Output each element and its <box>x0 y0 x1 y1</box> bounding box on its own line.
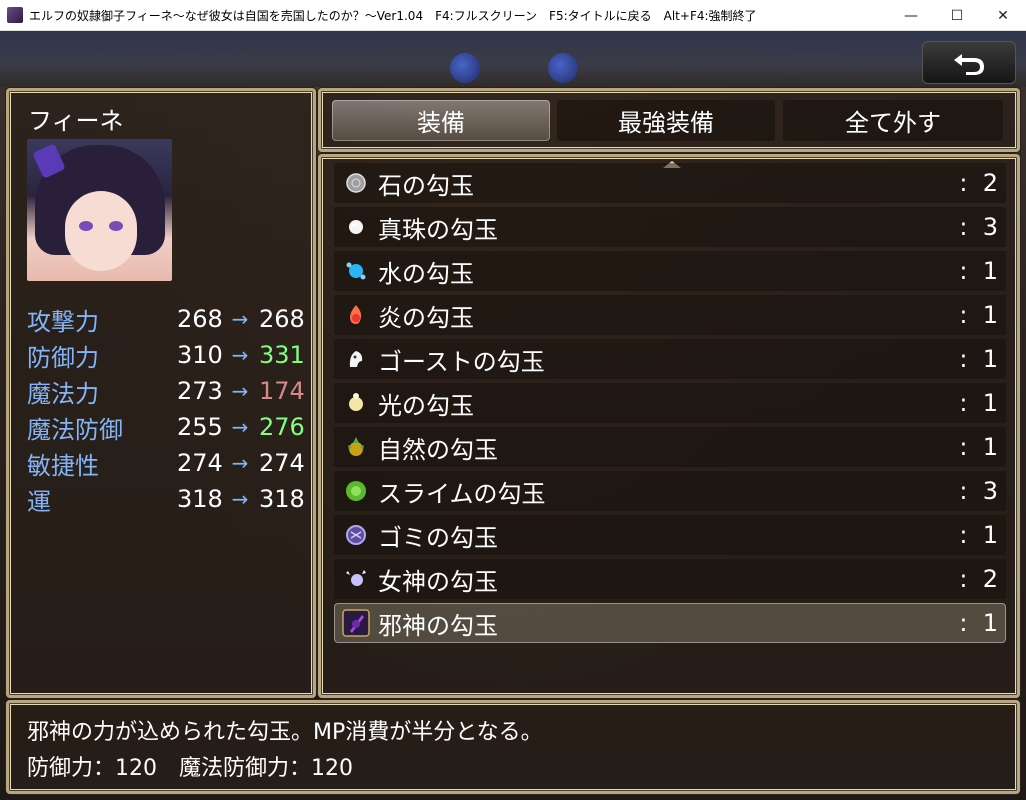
item-name: 真珠の勾玉 <box>378 215 498 244</box>
stat-label: 防御力 <box>27 343 99 372</box>
item-row[interactable]: 炎の勾玉 : 1 <box>334 295 1006 335</box>
stat-new: 268 <box>259 305 305 333</box>
item-count: : 2 <box>959 565 998 593</box>
stat-current: 310 <box>177 341 223 369</box>
command-panel: 装備 最強装備 全て外す <box>318 88 1020 152</box>
app-icon <box>7 7 23 23</box>
item-row[interactable]: 女神の勾玉 : 2 <box>334 559 1006 599</box>
stat-current: 274 <box>177 449 223 477</box>
evil-god-orb-icon <box>342 609 370 637</box>
stone-orb-icon <box>342 169 370 197</box>
item-row[interactable]: 光の勾玉 : 1 <box>334 383 1006 423</box>
item-count: : 1 <box>959 433 998 461</box>
stat-new: 318 <box>259 485 305 513</box>
item-count: : 1 <box>959 609 998 637</box>
stat-row-agility: 敏捷性 274 → 274 <box>27 445 307 481</box>
item-count: : 1 <box>959 257 998 285</box>
stats-list: 攻撃力 268 → 268 防御力 310 → 331 魔法力 273 → 17… <box>27 301 307 517</box>
item-description: 邪神の力が込められた勾玉。MP消費が半分となる。 <box>27 720 543 745</box>
slime-orb-icon <box>342 477 370 505</box>
item-name: 光の勾玉 <box>378 391 474 420</box>
item-name: 石の勾玉 <box>378 171 474 200</box>
help-panel: 邪神の力が込められた勾玉。MP消費が半分となる。 防御力：120 魔法防御力：1… <box>6 700 1020 794</box>
stat-new: 274 <box>259 449 305 477</box>
stat-row-magic-defense: 魔法防御 255 → 276 <box>27 409 307 445</box>
item-row[interactable]: 石の勾玉 : 2 <box>334 163 1006 203</box>
item-row[interactable]: 水の勾玉 : 1 <box>334 251 1006 291</box>
ghost-orb-icon <box>342 345 370 373</box>
goddess-orb-icon <box>342 565 370 593</box>
arrow-right-icon: → <box>231 343 249 367</box>
trash-orb-icon <box>342 521 370 549</box>
stat-new: 331 <box>259 341 305 369</box>
light-orb-icon <box>342 389 370 417</box>
item-count: : 1 <box>959 389 998 417</box>
stat-new: 276 <box>259 413 305 441</box>
arrow-right-icon: → <box>231 379 249 403</box>
item-name: ゴミの勾玉 <box>378 523 498 552</box>
back-button[interactable] <box>922 41 1016 84</box>
stat-current: 318 <box>177 485 223 513</box>
pearl-icon <box>342 213 370 241</box>
item-name: 邪神の勾玉 <box>378 611 498 640</box>
item-list-panel: 石の勾玉 : 2 真珠の勾玉 : 3 水の勾玉 : 1 炎の勾玉 : 1 ゴース… <box>318 154 1020 698</box>
arrow-right-icon: → <box>231 487 249 511</box>
item-row[interactable]: ゴーストの勾玉 : 1 <box>334 339 1006 379</box>
window-titlebar: エルフの奴隷御子フィーネ～なぜ彼女は自国を売国したのか？～Ver1.04 F4:… <box>0 0 1026 31</box>
item-row[interactable]: 自然の勾玉 : 1 <box>334 427 1006 467</box>
item-count: : 3 <box>959 213 998 241</box>
window-title: エルフの奴隷御子フィーネ～なぜ彼女は自国を売国したのか？～Ver1.04 F4:… <box>29 8 757 23</box>
item-count: : 2 <box>959 169 998 197</box>
stat-label: 魔法力 <box>27 379 99 408</box>
stat-current: 255 <box>177 413 223 441</box>
stat-current: 273 <box>177 377 223 405</box>
item-row[interactable]: ゴミの勾玉 : 1 <box>334 515 1006 555</box>
item-row[interactable]: 真珠の勾玉 : 3 <box>334 207 1006 247</box>
equip-command[interactable]: 装備 <box>332 100 550 141</box>
item-name: 炎の勾玉 <box>378 303 474 332</box>
item-count: : 1 <box>959 301 998 329</box>
stat-row-magic: 魔法力 273 → 174 <box>27 373 307 409</box>
stat-row-attack: 攻撃力 268 → 268 <box>27 301 307 337</box>
stat-label: 攻撃力 <box>27 307 99 336</box>
fire-orb-icon <box>342 301 370 329</box>
character-name: フィーネ <box>28 107 124 135</box>
item-stats: 防御力：120 魔法防御力：120 <box>27 756 353 781</box>
item-name: スライムの勾玉 <box>378 479 546 508</box>
stat-label: 魔法防御 <box>27 415 123 444</box>
item-name: ゴーストの勾玉 <box>378 347 545 376</box>
character-portrait <box>27 139 172 281</box>
remove-all-command[interactable]: 全て外す <box>783 100 1003 141</box>
stat-row-defense: 防御力 310 → 331 <box>27 337 307 373</box>
item-row[interactable]: スライムの勾玉 : 3 <box>334 471 1006 511</box>
item-count: : 1 <box>959 345 998 373</box>
item-name: 自然の勾玉 <box>378 435 498 464</box>
nature-orb-icon <box>342 433 370 461</box>
item-row-selected[interactable]: 邪神の勾玉 : 1 <box>334 603 1006 643</box>
stat-current: 268 <box>177 305 223 333</box>
stat-label: 運 <box>27 487 51 516</box>
optimize-command[interactable]: 最強装備 <box>557 100 775 141</box>
maximize-button[interactable]: ☐ <box>934 0 980 31</box>
item-count: : 3 <box>959 477 998 505</box>
arrow-right-icon: → <box>231 415 249 439</box>
status-panel: フィーネ 攻撃力 268 → 268 防御力 310 → 331 魔法力 273… <box>6 88 316 698</box>
item-count: : 1 <box>959 521 998 549</box>
item-name: 水の勾玉 <box>378 259 474 288</box>
item-name: 女神の勾玉 <box>378 567 498 596</box>
stat-row-luck: 運 318 → 318 <box>27 481 307 517</box>
background-scene <box>0 31 1026 87</box>
minimize-button[interactable]: — <box>888 0 934 31</box>
arrow-right-icon: → <box>231 451 249 475</box>
water-orb-icon <box>342 257 370 285</box>
stat-new: 174 <box>259 377 305 405</box>
arrow-right-icon: → <box>231 307 249 331</box>
return-arrow-icon <box>954 53 984 75</box>
close-button[interactable]: ✕ <box>980 0 1026 31</box>
background-orb <box>450 53 480 83</box>
stat-label: 敏捷性 <box>27 451 99 480</box>
window-controls: — ☐ ✕ <box>888 0 1026 31</box>
background-orb <box>548 53 578 83</box>
